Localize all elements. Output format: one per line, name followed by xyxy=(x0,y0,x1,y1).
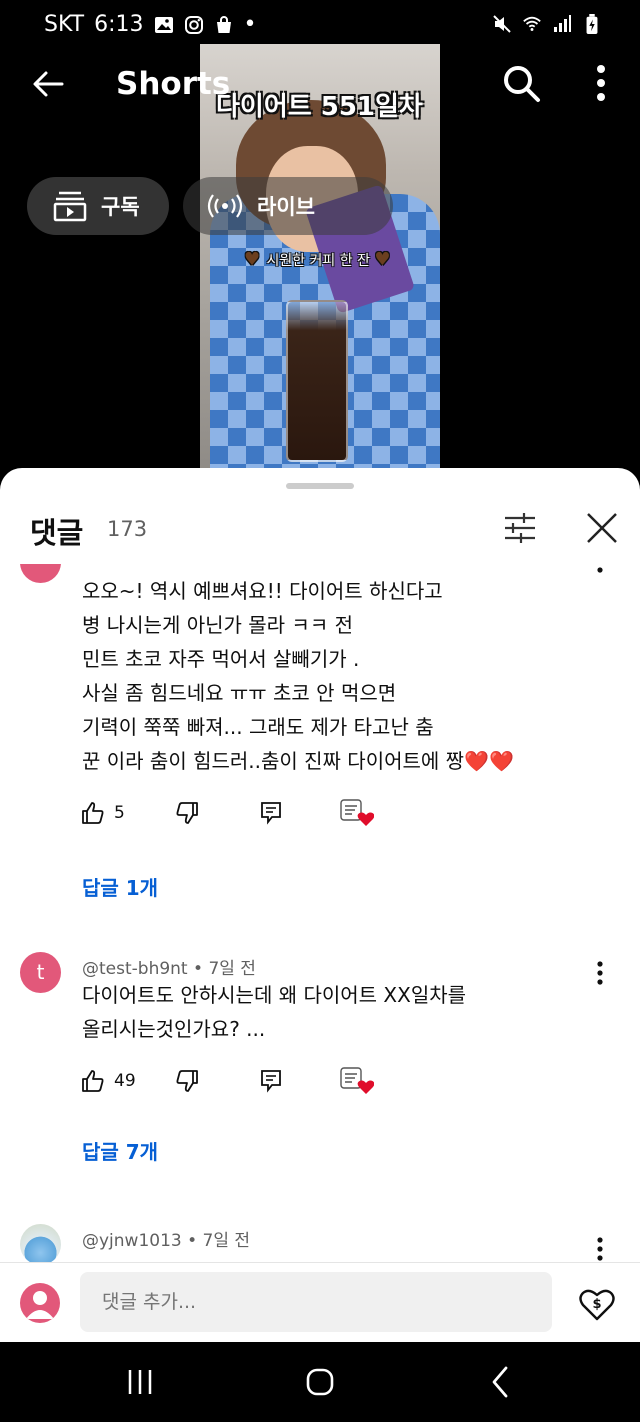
instagram-icon xyxy=(184,15,203,34)
dislike-button[interactable] xyxy=(174,1068,200,1094)
comment-author[interactable]: @test-bh9nt • 7일 전 xyxy=(82,954,256,979)
signal-icon xyxy=(554,15,571,32)
short-video[interactable]: 다이어트 551일차 ♥ 시원한 커피 한 잔 ♥ xyxy=(200,44,440,470)
subscriptions-label: 구독 xyxy=(101,195,140,219)
gallery-icon xyxy=(154,16,173,33)
time: 6:13 xyxy=(94,12,144,37)
like-button[interactable]: 49 xyxy=(80,1068,136,1094)
battery-icon xyxy=(586,14,598,34)
system-nav-bar xyxy=(0,1342,640,1422)
super-thanks-icon[interactable]: $ xyxy=(578,1285,616,1323)
thumbs-up-icon xyxy=(82,802,104,824)
page-title: Shorts xyxy=(116,66,231,102)
recent-apps-icon[interactable] xyxy=(115,1362,165,1402)
comments-count: 173 xyxy=(107,517,148,541)
comments-header: 댓글 173 xyxy=(0,498,640,564)
video-coffee-cup xyxy=(286,300,348,462)
comment-list[interactable]: 오오~! 역시 예쁘셔요!! 다이어트 하신다고 병 나시는게 아닌가 몰라 ㅋ… xyxy=(0,564,640,1262)
commenter-avatar[interactable] xyxy=(20,564,61,583)
subscriptions-icon xyxy=(53,191,87,222)
thumbs-down-icon xyxy=(176,802,198,824)
commenter-avatar[interactable]: t xyxy=(20,952,61,993)
sort-filter-icon[interactable] xyxy=(500,508,540,548)
reply-button[interactable] xyxy=(260,801,282,825)
mute-icon xyxy=(493,15,511,33)
back-icon[interactable] xyxy=(475,1362,525,1402)
view-replies-link[interactable]: 답글 1개 xyxy=(82,872,158,901)
more-vert-icon[interactable] xyxy=(588,1234,612,1262)
close-icon[interactable] xyxy=(582,508,622,548)
brown-heart-icon: ♥ xyxy=(374,249,391,270)
reply-button[interactable] xyxy=(260,1069,282,1093)
comment-text: 오오~! 역시 예쁘셔요!! 다이어트 하신다고 병 나시는게 아닌가 몰라 ㅋ… xyxy=(82,579,514,773)
creator-heart-icon xyxy=(340,1067,374,1094)
video-caption-text: 시원한 커피 한 잔 xyxy=(266,253,370,269)
wifi-icon xyxy=(523,16,541,31)
home-icon[interactable] xyxy=(295,1362,345,1402)
reply-comment-icon xyxy=(261,802,281,825)
video-caption: ♥ 시원한 커피 한 잔 ♥ xyxy=(244,250,392,270)
comment-author[interactable]: @yjnw1013 • 7일 전 xyxy=(82,1226,250,1251)
live-label: 라이브 xyxy=(257,195,315,219)
comment-actions: 5 xyxy=(80,798,400,828)
comment-text: 다이어트도 안하시는데 왜 다이어트 XX일차를 올리시는것인가요? ... xyxy=(82,983,467,1041)
view-replies-link[interactable]: 답글 7개 xyxy=(82,1136,158,1165)
dislike-button[interactable] xyxy=(174,800,200,826)
back-arrow-icon[interactable] xyxy=(26,62,70,106)
shopping-bag-icon xyxy=(216,15,231,33)
comments-title: 댓글 xyxy=(30,516,84,550)
video-overlay-title: 다이어트 551일차 xyxy=(216,92,423,122)
thumbs-up-icon xyxy=(82,1070,104,1092)
status-dot: • xyxy=(243,12,257,37)
user-avatar[interactable] xyxy=(20,1283,60,1323)
comment-actions: 49 xyxy=(80,1066,400,1096)
more-vert-icon[interactable] xyxy=(586,62,616,104)
svg-text:$: $ xyxy=(592,1297,601,1312)
more-vert-icon[interactable] xyxy=(588,564,612,594)
like-count: 49 xyxy=(114,1071,136,1091)
comment-input[interactable] xyxy=(80,1272,552,1332)
like-count: 5 xyxy=(114,803,125,823)
subscriptions-button[interactable]: 구독 xyxy=(27,177,169,235)
live-button[interactable]: 라이브 xyxy=(183,177,393,235)
search-icon[interactable] xyxy=(500,62,542,104)
brown-heart-icon: ♥ xyxy=(244,249,261,270)
like-button[interactable]: 5 xyxy=(80,800,125,826)
live-broadcast-icon xyxy=(207,194,243,218)
person-icon xyxy=(26,1291,54,1319)
comment-input-bar: $ xyxy=(0,1262,640,1342)
drag-handle[interactable] xyxy=(286,483,354,489)
commenter-avatar[interactable] xyxy=(20,1224,61,1262)
carrier: SKT xyxy=(44,12,85,37)
thumbs-down-icon xyxy=(176,1070,198,1092)
comments-sheet: 댓글 173 오오~! 역시 예쁘셔요!! 다이어트 하신다고 병 나시는게 아… xyxy=(0,468,640,1422)
creator-heart-icon xyxy=(340,799,374,826)
reply-comment-icon xyxy=(261,1070,281,1093)
more-vert-icon[interactable] xyxy=(588,958,612,988)
